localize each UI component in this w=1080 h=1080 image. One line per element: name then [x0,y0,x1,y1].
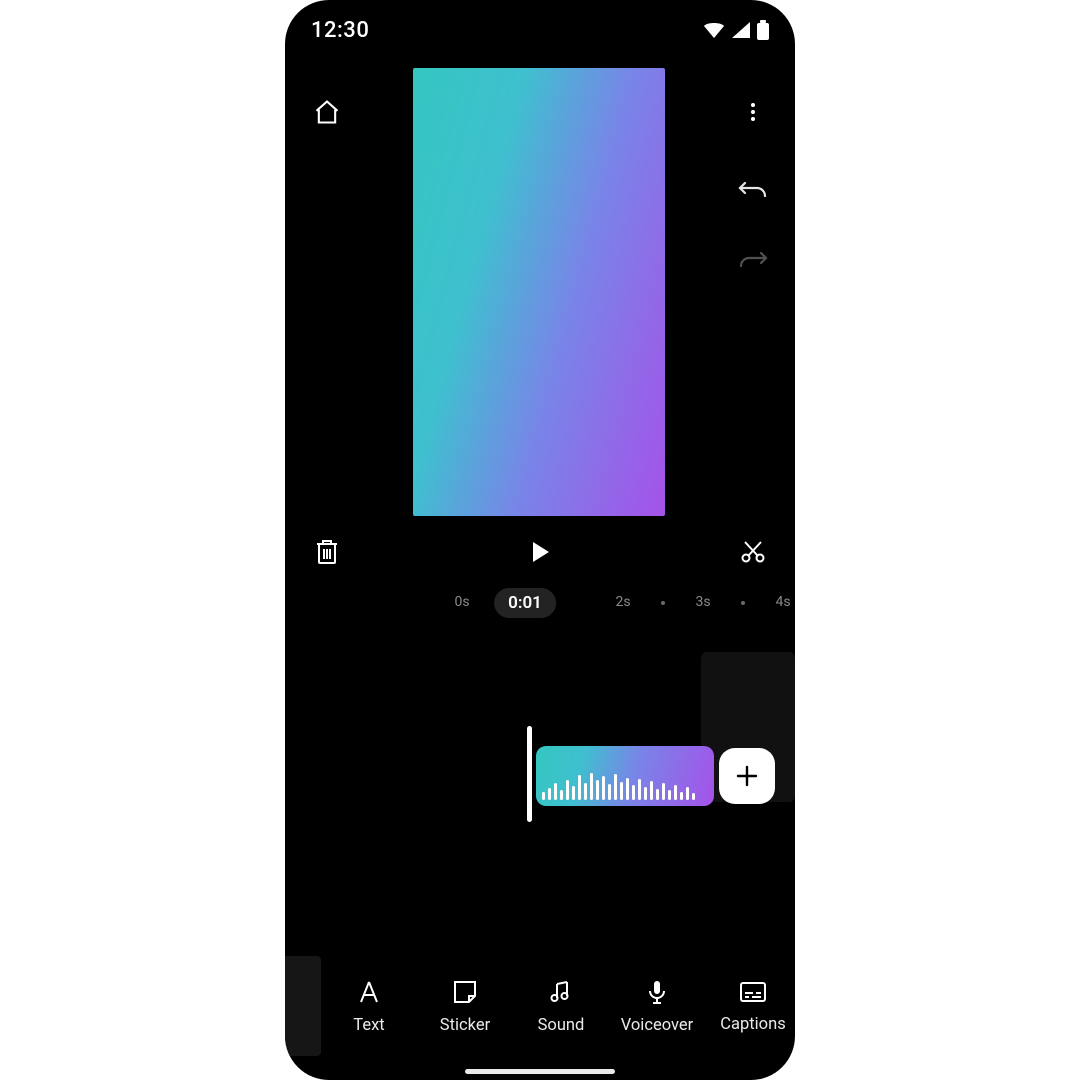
tool-label: Voiceover [621,1016,693,1035]
undo-button[interactable] [733,170,773,210]
tool-label: Text [353,1016,384,1035]
timeline-current-time: 0:01 [494,588,556,618]
video-clip[interactable] [536,746,714,806]
home-button[interactable] [307,92,347,132]
ruler-tick [661,601,665,605]
delete-clip-button[interactable] [307,532,347,572]
split-clip-button[interactable] [733,532,773,572]
ruler-label: 2s [615,594,630,610]
ruler-label: 0s [454,594,469,610]
undo-redo-group [733,170,773,280]
wifi-icon [703,21,725,39]
tool-label: Sticker [440,1016,490,1035]
ruler-tick [741,601,745,605]
bottom-tool-strip: rlay Text Sticker Sound [285,956,795,1056]
captions-icon [738,979,768,1005]
clip-waveform [542,772,708,800]
trash-icon [314,538,340,566]
play-button[interactable] [520,532,560,572]
video-preview[interactable] [413,68,665,516]
cellular-icon [731,21,751,39]
home-icon [313,98,341,126]
voiceover-icon [643,978,671,1006]
timeline-clip-area[interactable] [285,734,795,822]
plus-icon [734,763,760,789]
playhead[interactable] [527,726,532,822]
device-frame: 12:30 [285,0,795,1080]
transport-bar [285,530,795,574]
home-indicator[interactable] [465,1069,615,1074]
redo-button[interactable] [733,240,773,280]
redo-icon [738,247,768,273]
tool-label: Sound [538,1016,585,1035]
tool-text[interactable]: Text [321,978,417,1035]
sticker-icon [451,978,479,1006]
tool-sound[interactable]: Sound [513,978,609,1035]
sound-icon [547,978,575,1006]
ruler-label: 3s [695,594,710,610]
status-indicators [703,20,769,40]
ruler-label: 4s [775,594,790,610]
tool-voiceover[interactable]: Voiceover [609,978,705,1035]
tool-sticker[interactable]: Sticker [417,978,513,1035]
timeline-ruler[interactable]: 0s 0:01 2s 3s 4s [285,586,795,622]
scissors-icon [739,538,767,566]
status-time: 12:30 [311,18,369,43]
more-vertical-icon [741,100,765,124]
undo-icon [738,177,768,203]
tool-label: Captions [720,1015,785,1034]
text-icon [355,978,383,1006]
more-button[interactable] [733,92,773,132]
battery-icon [757,20,769,40]
tool-group-divider [285,956,321,1056]
play-icon [527,539,553,565]
status-bar: 12:30 [285,0,795,60]
tool-captions[interactable]: Captions [705,979,795,1034]
add-clip-button[interactable] [719,748,775,804]
